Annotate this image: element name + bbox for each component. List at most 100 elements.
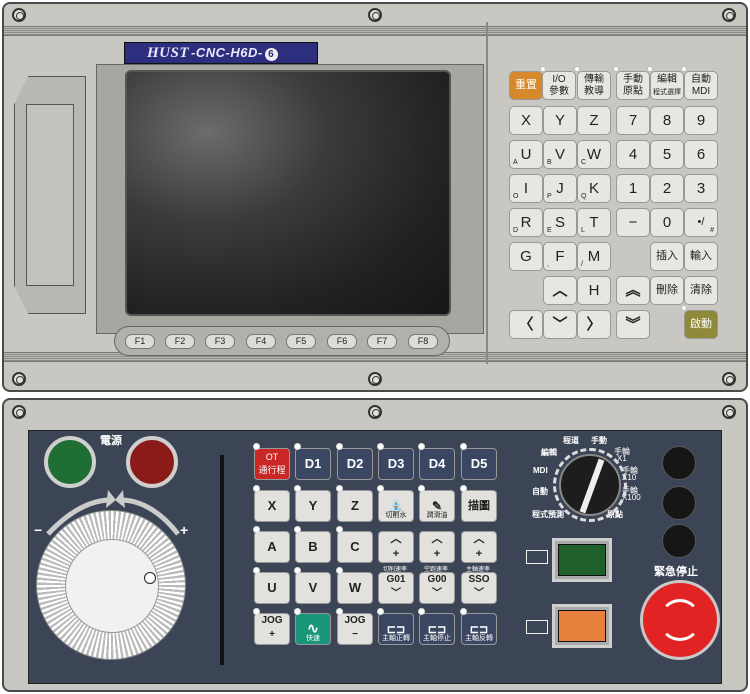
power-off-lamp[interactable] [126,436,178,488]
jog-minus-key[interactable]: JOG − [337,613,373,645]
key-u[interactable]: UA [509,140,543,169]
key-w[interactable]: WC [577,140,611,169]
input-key[interactable]: 輸入 [684,242,718,271]
f3-key[interactable]: F3 [205,334,235,349]
key-t[interactable]: TL [577,208,611,237]
key-2[interactable]: 2 [650,174,684,203]
ot-sub-label: 通行程 [258,465,286,475]
page-down-key[interactable]: ︾ [616,310,650,339]
jog-y-key[interactable]: Y [295,490,331,522]
key-h[interactable]: H [577,276,611,305]
g00-key[interactable]: G00 ﹀ [419,572,455,604]
start-key[interactable]: 啟動 [684,310,718,339]
key-9[interactable]: 9 [684,106,718,135]
key-s[interactable]: SE [543,208,577,237]
key-dot-slash[interactable]: •/ # [684,208,718,237]
handwheel-plus: + [180,522,189,538]
key-3[interactable]: 3 [684,174,718,203]
sso-key[interactable]: SSO ﹀ [461,572,497,604]
jog-a-key[interactable]: A [254,531,290,563]
page-up-key[interactable]: ︽ [616,276,650,305]
jog-w-key[interactable]: W [337,572,373,604]
edit-key[interactable]: 編輯 程式選擇 [650,71,684,100]
g01-key[interactable]: G01 ﹀ [378,572,414,604]
key-5[interactable]: 5 [650,140,684,169]
key-6[interactable]: 6 [684,140,718,169]
teach-key[interactable]: 傳輸 教導 [577,71,611,100]
clear-key[interactable]: 清除 [684,276,718,305]
f1-key[interactable]: F1 [125,334,155,349]
key-minus[interactable]: − [616,208,650,237]
auto-mdi-key[interactable]: 自動 MDI [684,71,718,100]
d2-key[interactable]: D2 [337,448,373,480]
rapid-label: 快速 [306,635,320,642]
spindle-override-up-key[interactable]: ︿ + [461,531,497,563]
f2-key[interactable]: F2 [165,334,195,349]
key-7[interactable]: 7 [616,106,650,135]
delete-key[interactable]: 刪除 [650,276,684,305]
power-on-lamp[interactable] [44,436,96,488]
f5-key[interactable]: F5 [286,334,316,349]
f4-key[interactable]: F4 [246,334,276,349]
feed-override-knob[interactable] [662,446,696,480]
arrow-down-key[interactable]: ﹀ [543,310,577,339]
io-params-key[interactable]: I/O 參數 [542,71,576,100]
key-j[interactable]: JP [543,174,577,203]
key-0[interactable]: 0 [650,208,684,237]
cycle-start-button[interactable] [552,538,612,582]
key-i[interactable]: IO [509,174,543,203]
mode-selector-dial[interactable] [553,448,627,522]
key-y[interactable]: Y [543,106,577,135]
f8-key[interactable]: F8 [408,334,438,349]
jog-b-key[interactable]: B [295,531,331,563]
jog-x-key[interactable]: X [254,490,290,522]
key-v[interactable]: VB [543,140,577,169]
insert-key[interactable]: 插入 [650,242,684,271]
key-g[interactable]: G [509,242,543,271]
emergency-stop-button[interactable] [640,580,720,660]
spindle-cw-key[interactable]: ⊏⊐ 主軸正轉 [378,613,414,645]
overtravel-release-key[interactable]: OT 通行程 [254,448,290,480]
manual-pulse-handwheel[interactable] [36,510,186,660]
spindle-stop-key[interactable]: ⊏⊐ 主軸停止 [419,613,455,645]
dry-run-override-up-key[interactable]: ︿ + [419,531,455,563]
coolant-key[interactable]: ⛲ 切削水 [378,490,414,522]
manual-led [613,66,619,72]
jog-v-key[interactable]: V [295,572,331,604]
d3-key[interactable]: D3 [378,448,414,480]
jog-plus-sign: + [269,629,275,640]
arrow-up-key[interactable]: ︿ [543,276,577,305]
arrow-left-key[interactable]: 〈 [509,310,543,339]
manual-home-key[interactable]: 手動 原點 [616,71,650,100]
jog-u-key[interactable]: U [254,572,290,604]
key-4[interactable]: 4 [616,140,650,169]
lube-key[interactable]: ✎ 潤滑油 [419,490,455,522]
key-r[interactable]: RD [509,208,543,237]
d5-key[interactable]: D5 [461,448,497,480]
jog-z-key[interactable]: Z [337,490,373,522]
side-door-latch[interactable] [14,76,86,314]
f7-key[interactable]: F7 [367,334,397,349]
graph-key[interactable]: 描圖 [461,490,497,522]
key-z[interactable]: Z [577,106,611,135]
key-1[interactable]: 1 [616,174,650,203]
jog-c-key[interactable]: C [337,531,373,563]
d4-key[interactable]: D4 [419,448,455,480]
feed-override-up-key[interactable]: ︿ + [378,531,414,563]
key-x[interactable]: X [509,106,543,135]
key-8[interactable]: 8 [650,106,684,135]
d1-key[interactable]: D1 [295,448,331,480]
feed-hold-button[interactable] [552,604,612,648]
handwheel-knob[interactable] [144,572,156,584]
jog-plus-key[interactable]: JOG + [254,613,290,645]
f6-key[interactable]: F6 [327,334,357,349]
spindle-ccw-key[interactable]: ⊏⊐ 主軸反轉 [461,613,497,645]
rapid-override-knob[interactable] [662,524,696,558]
arrow-right-key[interactable]: 〉 [577,310,611,339]
key-k[interactable]: KQ [577,174,611,203]
key-m[interactable]: M / [577,242,611,271]
rapid-key[interactable]: ∿ 快速 [295,613,331,645]
reset-key[interactable]: 重置 [509,71,543,100]
key-f[interactable]: F, [543,242,577,271]
spindle-override-knob[interactable] [662,486,696,520]
